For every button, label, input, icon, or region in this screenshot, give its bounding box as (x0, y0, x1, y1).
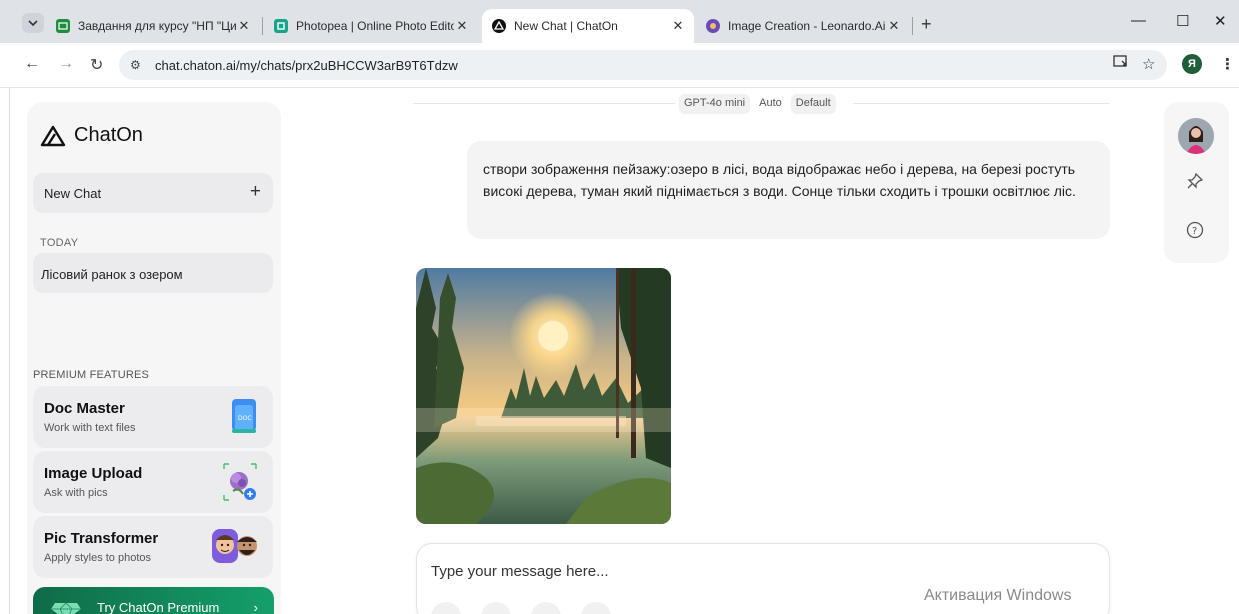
try-premium-label: Try ChatOn Premium (97, 600, 220, 614)
face-avatars-icon (211, 526, 259, 571)
forward-arrow-icon[interactable]: → (58, 55, 74, 73)
tab-title: Image Creation - Leonardo.Ai (728, 19, 886, 33)
user-avatar[interactable] (1178, 118, 1214, 154)
feature-subtitle: Ask with pics (44, 487, 108, 499)
model-options: GPT-4o mini Auto Default (675, 94, 840, 114)
close-tab-icon[interactable]: ✕ (886, 18, 902, 34)
chevron-down-icon (28, 20, 38, 27)
premium-features-header: PREMIUM FEATURES (33, 369, 150, 381)
chaton-icon (492, 19, 506, 33)
bookmark-star-icon[interactable]: ☆ (1142, 55, 1155, 73)
browser-tab-leonardo[interactable]: Image Creation - Leonardo.Ai ✕ (696, 9, 910, 43)
plus-icon: + (249, 181, 261, 202)
tab-title: New Chat | ChatOn (514, 19, 618, 33)
try-premium-button[interactable]: Try ChatOn Premium › (33, 587, 274, 614)
message-input-placeholder: Type your message here... (431, 563, 609, 580)
attach-icon[interactable] (431, 602, 461, 614)
new-chat-button[interactable]: New Chat + (33, 173, 273, 213)
premium-doc-master[interactable]: Doc Master Work with text files DOC (33, 386, 273, 448)
premium-pic-transformer[interactable]: Pic Transformer Apply styles to photos (33, 516, 273, 578)
divider-line (413, 103, 675, 104)
pin-icon[interactable] (1180, 166, 1210, 196)
forest-lake-sunrise-image (416, 268, 671, 524)
install-app-icon[interactable] (1113, 55, 1129, 73)
close-tab-icon[interactable]: ✕ (454, 18, 470, 34)
profile-avatar[interactable]: Я (1182, 54, 1202, 74)
sidebar: ChatOn New Chat + TODAY Лісовий ранок з … (27, 102, 281, 614)
url-text[interactable]: chat.chaton.ai/my/chats/prx2uBHCCW3arB9T… (155, 58, 458, 73)
browser-menu-icon[interactable]: ⋮ (1220, 55, 1235, 73)
photopea-icon (274, 19, 288, 33)
web-tool-icon[interactable] (531, 602, 561, 614)
classroom-icon (56, 19, 70, 33)
image-tool-icon[interactable] (481, 602, 511, 614)
doc-file-icon: DOC (229, 396, 259, 441)
minimize-window-icon[interactable]: — (1131, 12, 1146, 29)
close-window-icon[interactable]: ✕ (1214, 12, 1227, 30)
tab-search-button[interactable] (22, 13, 44, 33)
feature-subtitle: Work with text files (44, 422, 136, 434)
svg-text:DOC: DOC (238, 415, 252, 422)
close-tab-icon[interactable]: ✕ (236, 18, 252, 34)
address-bar[interactable]: ⚙ chat.chaton.ai/my/chats/prx2uBHCCW3arB… (119, 50, 1167, 80)
leonardo-icon (706, 19, 720, 33)
flower-upload-icon (221, 461, 259, 508)
feature-subtitle: Apply styles to photos (44, 552, 152, 564)
browser-toolbar: ← → ↻ ⚙ chat.chaton.ai/my/chats/prx2uBHC… (0, 43, 1239, 88)
model-option-auto[interactable]: Auto (754, 94, 787, 114)
windows-activation-watermark: Активация Windows (924, 587, 1072, 604)
user-message-bubble: створи зображення пейзажу:озеро в лісі, … (467, 141, 1110, 239)
premium-image-upload[interactable]: Image Upload Ask with pics (33, 451, 273, 513)
browser-tab-photopea[interactable]: Photopea | Online Photo Editor ✕ (264, 9, 478, 43)
tab-title: Завдання для курсу "НП "Циф (78, 19, 236, 33)
chaton-logo[interactable]: ChatOn (40, 124, 143, 147)
browser-tab-classroom[interactable]: Завдання для курсу "НП "Циф ✕ (46, 9, 260, 43)
maximize-window-icon[interactable]: ☐ (1176, 12, 1189, 30)
voice-tool-icon[interactable] (581, 602, 611, 614)
chevron-right-icon: › (253, 600, 258, 614)
svg-text:?: ? (1192, 226, 1197, 237)
feature-title: Image Upload (44, 465, 143, 482)
tab-title: Photopea | Online Photo Editor (296, 19, 454, 33)
model-selector-bar: GPT-4o mini Auto Default (413, 94, 1110, 114)
feature-title: Pic Transformer (44, 530, 159, 547)
chat-history-title: Лісовий ранок з озером (41, 267, 183, 282)
feature-title: Doc Master (44, 400, 125, 417)
tab-divider (912, 17, 913, 35)
back-arrow-icon[interactable]: ← (24, 55, 40, 73)
chaton-logo-icon (40, 125, 66, 146)
divider-line (853, 103, 1110, 104)
model-option-gpt[interactable]: GPT-4o mini (679, 94, 751, 114)
new-tab-button[interactable]: + (921, 14, 932, 35)
help-icon[interactable]: ? (1180, 215, 1210, 245)
browser-tab-strip: Завдання для курсу "НП "Циф ✕ Photopea |… (0, 0, 1239, 43)
tab-divider (262, 17, 263, 35)
right-tools-panel: ? (1164, 102, 1229, 263)
new-chat-label: New Chat (44, 186, 102, 201)
site-settings-icon[interactable]: ⚙ (130, 58, 141, 72)
window-left-edge (0, 88, 10, 614)
chat-history-item[interactable]: Лісовий ранок з озером (33, 253, 273, 293)
today-section-header: TODAY (40, 237, 79, 249)
reload-icon[interactable]: ↻ (90, 55, 103, 75)
diamond-icon (49, 597, 83, 614)
browser-tab-chaton[interactable]: New Chat | ChatOn ✕ (482, 9, 694, 43)
logo-text: ChatOn (74, 124, 143, 146)
model-option-default[interactable]: Default (790, 94, 836, 114)
close-tab-icon[interactable]: ✕ (670, 18, 686, 34)
generated-image[interactable] (416, 268, 671, 524)
